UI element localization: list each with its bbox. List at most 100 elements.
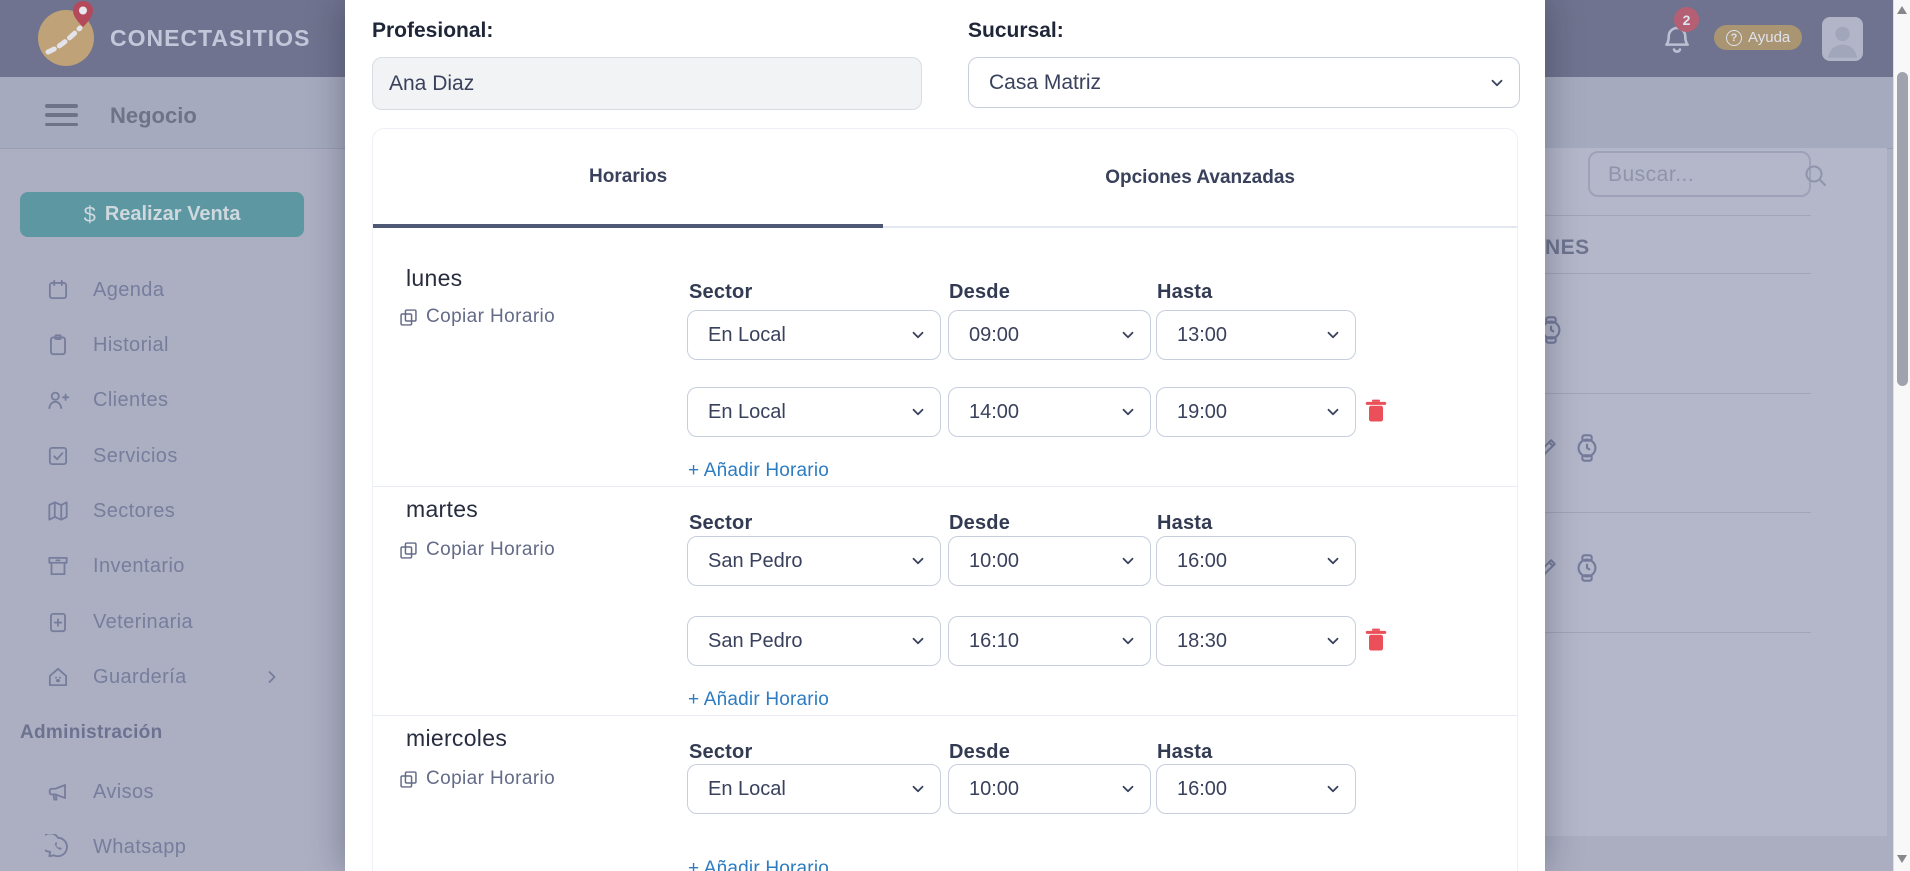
sidebar: $ Realizar Venta Agenda Historial Client… [0,149,345,871]
divider [1545,632,1811,633]
chevron-down-icon [1327,408,1339,416]
copy-schedule-button[interactable]: Copiar Horario [398,768,555,790]
chevron-down-icon [1327,637,1339,645]
from-time-select[interactable]: 10:00 [948,764,1151,814]
sidebar-item-agenda[interactable]: Agenda [0,268,345,312]
copy-schedule-button[interactable]: Copiar Horario [398,539,555,561]
column-header-hasta: Hasta [1157,512,1213,534]
sidebar-item-historial[interactable]: Historial [0,323,345,367]
divider [1545,273,1811,274]
from-time-select[interactable]: 09:00 [948,310,1151,360]
user-plus-icon [48,391,70,410]
from-time-select[interactable]: 10:00 [948,536,1151,586]
from-time-select[interactable]: 14:00 [948,387,1151,437]
business-menu-label: Negocio [110,103,197,128]
branch-select[interactable]: Casa Matriz [968,57,1520,108]
dollar-icon: $ [83,201,96,227]
medical-record-icon [50,612,66,633]
calendar-icon [48,279,68,300]
column-header-hasta: Hasta [1157,281,1213,303]
trash-icon [1365,399,1387,422]
to-time-select[interactable]: 18:30 [1156,616,1356,666]
sidebar-item-guarderia[interactable]: Guardería [0,655,345,699]
hamburger-menu-icon[interactable] [45,104,78,126]
chevron-down-icon [1122,408,1134,416]
day-section-lunes: lunes Copiar Horario Sector Desde Hasta … [372,256,1518,486]
column-header-desde: Desde [949,281,1011,303]
chevron-down-icon [1122,331,1134,339]
to-time-select[interactable]: 13:00 [1156,310,1356,360]
sidebar-item-clientes[interactable]: Clientes [0,378,345,422]
user-avatar[interactable] [1822,17,1863,61]
divider [1545,393,1811,394]
section-label-administracion: Administración [20,722,163,743]
notification-badge: 2 [1674,7,1699,32]
whatsapp-icon [45,834,68,858]
background-table-header: NES [1545,236,1590,259]
copy-schedule-button[interactable]: Copiar Horario [398,306,555,328]
help-label: Ayuda [1748,29,1791,46]
delete-schedule-button[interactable] [1362,396,1390,426]
person-icon [1827,26,1858,58]
map-icon [48,501,68,521]
branch-label: Sucursal: [968,19,1064,42]
copy-icon [400,541,417,559]
column-header-sector: Sector [689,512,753,534]
tab-bar: Horarios Opciones Avanzadas [373,129,1517,228]
chevron-down-icon [1122,785,1134,793]
chevron-down-icon [912,331,924,339]
sidebar-item-sectores[interactable]: Sectores [0,489,345,533]
sidebar-item-whatsapp[interactable]: Whatsapp [0,825,345,869]
map-pin-icon [73,1,93,27]
sector-select[interactable]: San Pedro [687,616,941,666]
schedule-dialog: Profesional: Sucursal: Casa Matriz Horar… [345,0,1545,871]
professional-label: Profesional: [372,19,494,42]
tab-horarios[interactable]: Horarios [373,129,884,228]
to-time-select[interactable]: 19:00 [1156,387,1356,437]
chevron-down-icon [1327,785,1339,793]
brand-name: CONECTASITIOS [110,25,311,51]
sell-button-label: Realizar Venta [104,203,241,225]
day-name: lunes [406,265,463,291]
chevron-down-icon [912,408,924,416]
trash-icon [1365,628,1387,651]
delete-schedule-button[interactable] [1362,625,1390,655]
day-name: martes [406,496,479,522]
copy-icon [400,308,417,326]
scroll-up-arrow[interactable] [1897,6,1907,14]
search-placeholder: Buscar... [1608,163,1695,186]
sector-select[interactable]: En Local [687,310,941,360]
chevron-down-icon [912,557,924,565]
sidebar-item-servicios[interactable]: Servicios [0,434,345,478]
box-icon [48,556,68,576]
to-time-select[interactable]: 16:00 [1156,536,1356,586]
add-schedule-link[interactable]: + Añadir Horario [688,689,829,711]
column-header-sector: Sector [689,741,753,763]
to-time-select[interactable]: 16:00 [1156,764,1356,814]
add-schedule-link[interactable]: + Añadir Horario [688,858,829,871]
background-card [1545,148,1887,836]
search-icon [1805,165,1826,186]
add-schedule-link[interactable]: + Añadir Horario [688,460,829,482]
megaphone-icon [48,784,66,801]
sector-select[interactable]: En Local [687,387,941,437]
scroll-down-arrow[interactable] [1897,855,1907,863]
tab-opciones-avanzadas[interactable]: Opciones Avanzadas [883,129,1517,228]
chevron-down-icon [912,785,924,793]
day-section-miercoles: miercoles Copiar Horario Sector Desde Ha… [372,715,1518,871]
sidebar-item-veterinaria[interactable]: Veterinaria [0,600,345,644]
sidebar-item-avisos[interactable]: Avisos [0,770,345,814]
sector-select[interactable]: San Pedro [687,536,941,586]
sidebar-item-inventario[interactable]: Inventario [0,544,345,588]
divider [1545,512,1811,513]
sell-button[interactable]: $ Realizar Venta [20,192,304,237]
scrollbar-thumb[interactable] [1896,72,1908,386]
watch-icon [1577,434,1597,462]
column-header-desde: Desde [949,741,1011,763]
chevron-down-icon [1327,557,1339,565]
sector-select[interactable]: En Local [687,764,941,814]
scrollbar[interactable] [1893,0,1910,871]
professional-input[interactable] [372,57,922,110]
from-time-select[interactable]: 16:10 [948,616,1151,666]
help-button[interactable]: ? Ayuda [1714,25,1803,50]
